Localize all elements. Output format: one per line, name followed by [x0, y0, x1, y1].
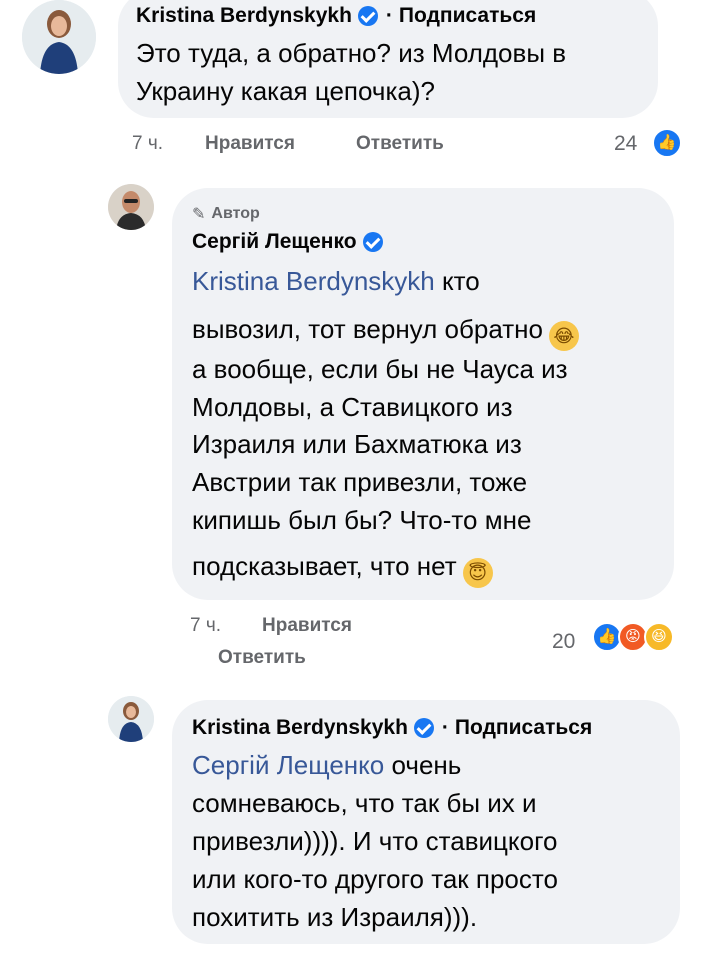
author-name[interactable]: Сергій Лещенко: [192, 230, 357, 254]
avatar-kristina-photo: [108, 696, 154, 742]
avatar-kristina[interactable]: [108, 696, 154, 742]
verified-badge-icon: [413, 718, 434, 738]
mention-link[interactable]: Kristina Berdynskykh: [192, 266, 435, 296]
comment-2-reaction-count[interactable]: 20: [552, 630, 575, 654]
comment-2-header: Сергій Лещенко: [192, 230, 383, 254]
comment-1-header: Kristina Berdynskykh · Подписаться: [136, 4, 536, 28]
author-name[interactable]: Kristina Berdynskykh: [136, 4, 352, 28]
comment-2-first-word: кто: [442, 266, 480, 296]
comment-3-header: Kristina Berdynskykh · Подписаться: [192, 716, 592, 740]
comment-2-text: вывозил, тот вернул обратно: [192, 314, 543, 344]
comment-2-line-6: Австрии так привезли, тоже: [192, 467, 528, 497]
angel-emoji-icon: 😇: [462, 558, 493, 588]
comment-1-reaction-count[interactable]: 24: [614, 132, 637, 156]
comment-3-line-2: сомневаюсь, что так бы их и: [192, 788, 537, 818]
like-icon: 👍: [652, 128, 682, 158]
comment-3-line-4: или кого-то другого так просто: [192, 864, 558, 894]
comment-2-line-1: Kristina Berdynskykh кто: [192, 266, 480, 297]
comment-1-time[interactable]: 7 ч.: [132, 133, 163, 155]
comment-1-line-2: Украину какая цепочка)?: [136, 76, 435, 106]
author-badge: ✎ Автор: [192, 204, 260, 224]
verified-badge-icon: [357, 6, 378, 26]
comment-3-first-word: очень: [391, 750, 462, 780]
comment-2-like-button[interactable]: Нравится: [262, 615, 352, 637]
comment-3-line-5: похитить из Израиля))).: [192, 902, 478, 932]
comment-2-text: подсказывает, что нет: [192, 551, 457, 581]
comment-3-line-3: привезли)))). И что ставицкого: [192, 826, 558, 856]
laughing-emoji-icon: 😂: [548, 321, 579, 351]
comment-2-line-2: вывозил, тот вернул обратно 😂: [192, 314, 579, 351]
comment-3-line-1: Сергій Лещенко очень: [192, 750, 461, 781]
author-name[interactable]: Kristina Berdynskykh: [192, 716, 408, 740]
comment-2-line-3: а вообще, если бы не Чауса из: [192, 354, 568, 384]
comment-1-line-1: Это туда, а обратно? из Молдовы в: [136, 38, 567, 68]
mention-link[interactable]: Сергій Лещенко: [192, 750, 384, 780]
comment-2-reply-button[interactable]: Ответить: [218, 647, 306, 669]
follow-link[interactable]: Подписаться: [455, 716, 592, 740]
avatar-kristina[interactable]: [22, 0, 96, 74]
comment-2-time[interactable]: 7 ч.: [190, 615, 221, 637]
comment-2-line-5: Израиля или Бахматюка из: [192, 429, 522, 459]
haha-icon: 😆: [644, 622, 674, 652]
comment-1-like-button[interactable]: Нравится: [205, 133, 295, 155]
author-badge-label: Автор: [211, 205, 260, 222]
separator-dot: ·: [441, 716, 449, 739]
comment-2-line-8: подсказывает, что нет 😇: [192, 551, 493, 588]
avatar-sergii[interactable]: [108, 184, 154, 230]
separator-dot: ·: [385, 4, 393, 27]
avatar-sergii-photo: [108, 184, 154, 230]
verified-badge-icon: [362, 232, 383, 252]
comment-2-line-7: кипишь был бы? Что-то мне: [192, 505, 532, 535]
comment-1-reply-button[interactable]: Ответить: [356, 133, 444, 155]
avatar-kristina-photo: [22, 0, 96, 74]
pencil-icon: ✎: [192, 206, 206, 223]
follow-link[interactable]: Подписаться: [399, 4, 536, 28]
comment-2-line-4: Молдовы, а Ставицкого из: [192, 392, 513, 422]
